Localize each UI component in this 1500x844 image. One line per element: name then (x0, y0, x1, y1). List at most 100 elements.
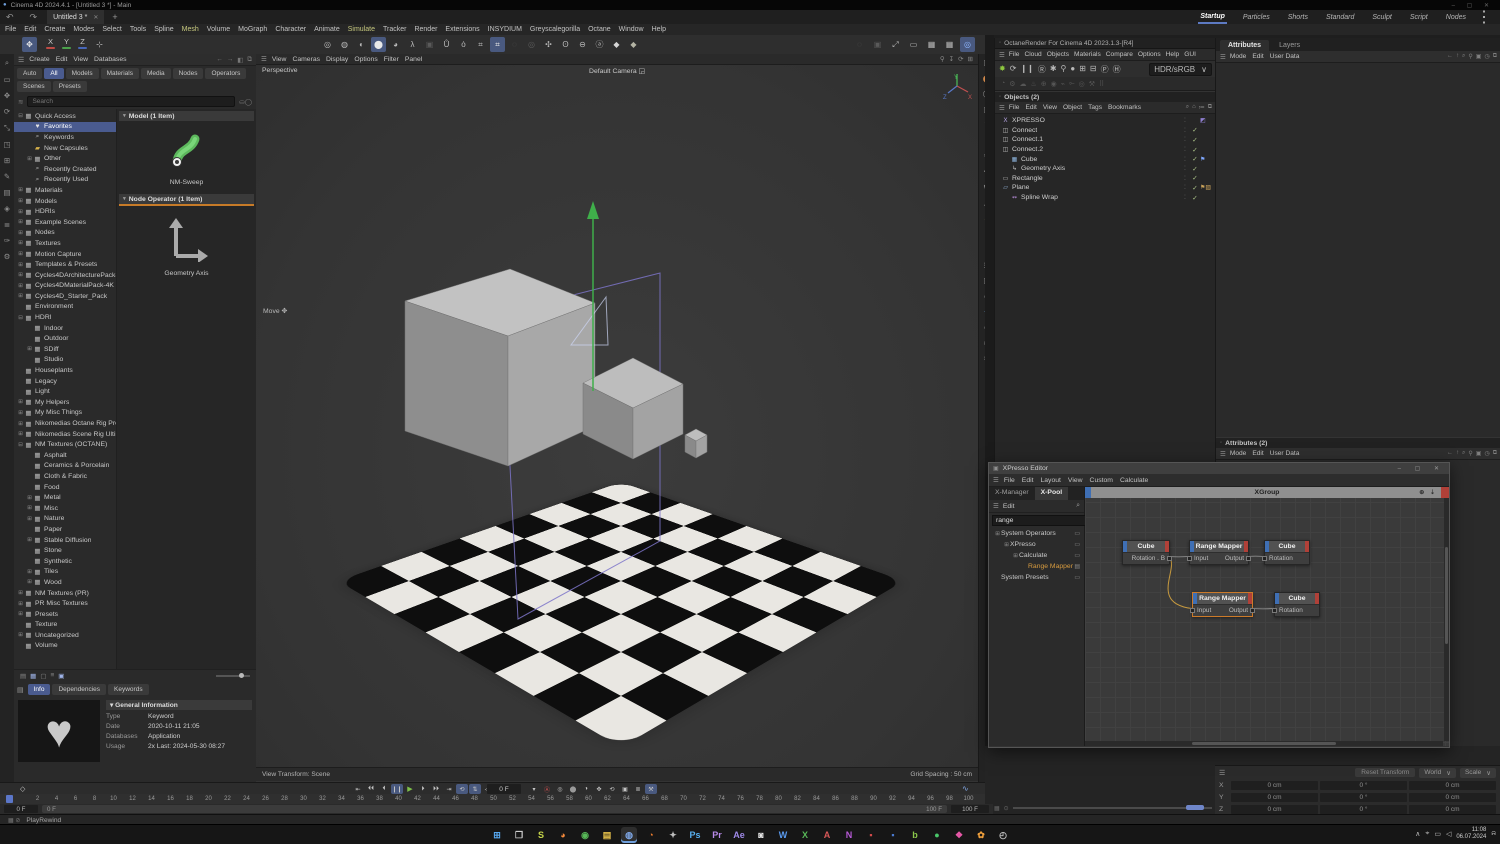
asset-tree-item[interactable]: ⊞ ▦ Nature (14, 514, 116, 525)
sphere-primitive-icon[interactable]: ⬤ (371, 37, 386, 52)
asset-tree-item[interactable]: ⊞ ▦ Metal (14, 492, 116, 503)
dim-ring-icon[interactable]: ◎ (1079, 80, 1085, 88)
asset-tree-item[interactable]: ♥ Favorites (14, 122, 116, 133)
axis-lock-button[interactable]: X (44, 37, 57, 49)
dim-plus-icon[interactable]: ⊕ (1041, 80, 1047, 88)
object-slider[interactable]: ▦ ⊙ (994, 804, 1212, 812)
asset-tree-item[interactable]: ⌕ Keywords (14, 132, 116, 143)
enabled-check-icon[interactable]: ✓ (1190, 155, 1200, 163)
filter-icon[interactable]: ≔ (1199, 104, 1205, 111)
enabled-check-icon[interactable]: ✓ (1190, 194, 1200, 202)
pin-icon[interactable]: ⚲ (1468, 53, 1472, 60)
objects-menu-item[interactable]: Bookmarks (1108, 104, 1141, 111)
object-tag-icon[interactable]: ◩ (1200, 117, 1216, 124)
loop-icon[interactable]: ⟲ (456, 784, 468, 794)
dim-target-icon[interactable]: ◉ (1051, 80, 1057, 88)
undo-axis-icon[interactable]: Ů (439, 37, 454, 52)
keyframe-dot-icon[interactable]: ⬤ (567, 784, 579, 794)
burger-icon[interactable]: ☰ (999, 104, 1005, 112)
asset-tree-item[interactable]: ⊞ ▦ PR Misc Textures (14, 598, 116, 609)
viewport-menu-view[interactable]: View (272, 56, 287, 63)
viewport-icon[interactable]: ◳ (3, 140, 10, 149)
half-key-icon[interactable]: ◑ (580, 784, 592, 794)
camera-label[interactable]: Default Camera ◲ (256, 67, 978, 75)
layout-tab[interactable]: Nodes (1444, 12, 1468, 23)
asset-menu-create[interactable]: Create (29, 56, 49, 63)
explorer[interactable]: ▤ (599, 827, 615, 843)
enabled-check-icon[interactable]: ✓ (1190, 146, 1200, 154)
general-info-header[interactable]: ▾ General Information (106, 700, 252, 710)
record-icon[interactable]: ◎ (554, 784, 566, 794)
asset-tree-item[interactable]: ⊞ ▦ Other (14, 153, 116, 164)
render-view-icon[interactable]: ◎ (320, 37, 335, 52)
objects-menu-item[interactable]: Tags (1088, 104, 1102, 111)
pos-icon[interactable]: ✥ (593, 784, 605, 794)
character-icon[interactable]: λ (405, 37, 420, 52)
dim-dots-icon[interactable]: ⠿ (1099, 80, 1104, 88)
preview-range-bar[interactable]: 0 F 100 F (42, 805, 947, 813)
up-icon[interactable]: ↑ (1456, 53, 1459, 60)
xpresso-node-graph[interactable]: XGroup ⊕ ⇣ Cube Rotation . B Range Mappe… (1085, 487, 1449, 746)
param-icon[interactable]: ≣ (632, 784, 644, 794)
add-icon[interactable]: ⊞ (4, 156, 10, 165)
scale-mode-dropdown[interactable]: Scale ∨ (1460, 768, 1496, 778)
back-icon[interactable]: ← (1447, 450, 1453, 457)
octane-logo-icon[interactable]: ✸ (999, 64, 1006, 75)
task-view[interactable]: ❐ (511, 827, 527, 843)
up-icon[interactable]: ↑ (1456, 450, 1459, 457)
xpool-tree-item[interactable]: ⊞ XPresso ▭ (989, 539, 1084, 550)
visibility-dots[interactable]: ⁚ (1180, 146, 1190, 153)
xgroup-header-icons[interactable]: ⊕ ⇣ (1419, 489, 1437, 496)
visibility-dots[interactable]: ⁚ (1180, 136, 1190, 143)
download-icon[interactable]: ↧ (949, 55, 954, 63)
enabled-check-icon[interactable]: ✓ (1190, 174, 1200, 182)
sublime[interactable]: S (533, 827, 549, 843)
volume-icon[interactable]: ◁ (1446, 830, 1451, 838)
xpool-tree-item[interactable]: ⊞ Calculate ▭ (989, 550, 1084, 561)
menu-item[interactable]: File (5, 26, 16, 33)
xpresso-menu-item[interactable]: Calculate (1120, 477, 1148, 484)
xpresso-menu-item[interactable]: Custom (1090, 477, 1113, 484)
save-frame-icon[interactable]: ▦ (924, 37, 939, 52)
asset-tree-item[interactable]: ▦ Studio (14, 355, 116, 366)
object-tree-row[interactable]: X XPRESSO ⁚ ◩ (995, 116, 1216, 126)
scale-icon[interactable]: ▣ (619, 784, 631, 794)
goto-end-icon[interactable]: ⇥ (443, 784, 455, 794)
node-cube-target-1[interactable]: Cube Rotation (1264, 540, 1310, 565)
range-start-field[interactable]: 0 F (4, 805, 38, 813)
playhead[interactable] (6, 795, 13, 803)
node-operator-section-header[interactable]: ▾ Node Operator (1 Item) (119, 194, 254, 206)
material-ball-icon[interactable]: ◕ (388, 37, 403, 52)
info-tab[interactable]: Keywords (108, 684, 149, 695)
asset-tree-item[interactable]: ⊞ ▦ Nodes (14, 228, 116, 239)
menu-item[interactable]: MoGraph (238, 26, 267, 33)
attributes-menu-item[interactable]: Mode (1230, 53, 1247, 60)
pin-icon[interactable]: ⚲ (1468, 450, 1472, 457)
menu-item[interactable]: Spline (154, 26, 173, 33)
asset-filter-tab[interactable]: Materials (101, 68, 139, 79)
asset-tree-item[interactable]: ⊞ ▦ Example Scenes (14, 217, 116, 228)
xpresso-menu-item[interactable]: File (1004, 477, 1015, 484)
dropdown-icon[interactable]: ▾ (528, 784, 540, 794)
grid-icon[interactable]: ⌗ (473, 37, 488, 52)
menu-item[interactable]: Help (652, 26, 666, 33)
autokey-icon[interactable]: Ⓐ (541, 784, 553, 794)
add-icon[interactable]: ⊞ (1079, 64, 1086, 75)
object-tree-row[interactable]: ↳ Geometry Axis ⁚ ✓ (995, 164, 1216, 174)
asset-tree-item[interactable]: ▦ Environment (14, 302, 116, 313)
menu-item[interactable]: Greyscalegorilla (530, 26, 580, 33)
timeline-ruler[interactable]: 2 4 6 8 10 12 14 16 18 20 22 24 26 28 30 32 34 36 38 40 42 44… (0, 794, 985, 804)
asset-tree-item[interactable]: ⊞ ▦ Stable Diffusion (14, 535, 116, 546)
scale-field[interactable]: 0 cm (1409, 781, 1496, 790)
blender[interactable]: ◔ (643, 827, 659, 843)
asset-tree-item[interactable]: ⊞ ▦ Wood (14, 577, 116, 588)
dim-ring-icon[interactable]: ◌ (852, 37, 867, 52)
asset-filter-tab[interactable]: Presets (53, 81, 87, 92)
asset-tree-item[interactable]: ▦ Food (14, 482, 116, 493)
xpresso-menu-item[interactable]: View (1068, 477, 1083, 484)
object-tag-icon[interactable]: ⚑ (1200, 156, 1216, 163)
grid-snap-icon[interactable]: ⌗ (490, 37, 505, 52)
octane-menu-item[interactable]: Cloud (1024, 51, 1041, 58)
asset-tree-item[interactable]: ⊞ ▦ Models (14, 196, 116, 207)
excel[interactable]: X (797, 827, 813, 843)
